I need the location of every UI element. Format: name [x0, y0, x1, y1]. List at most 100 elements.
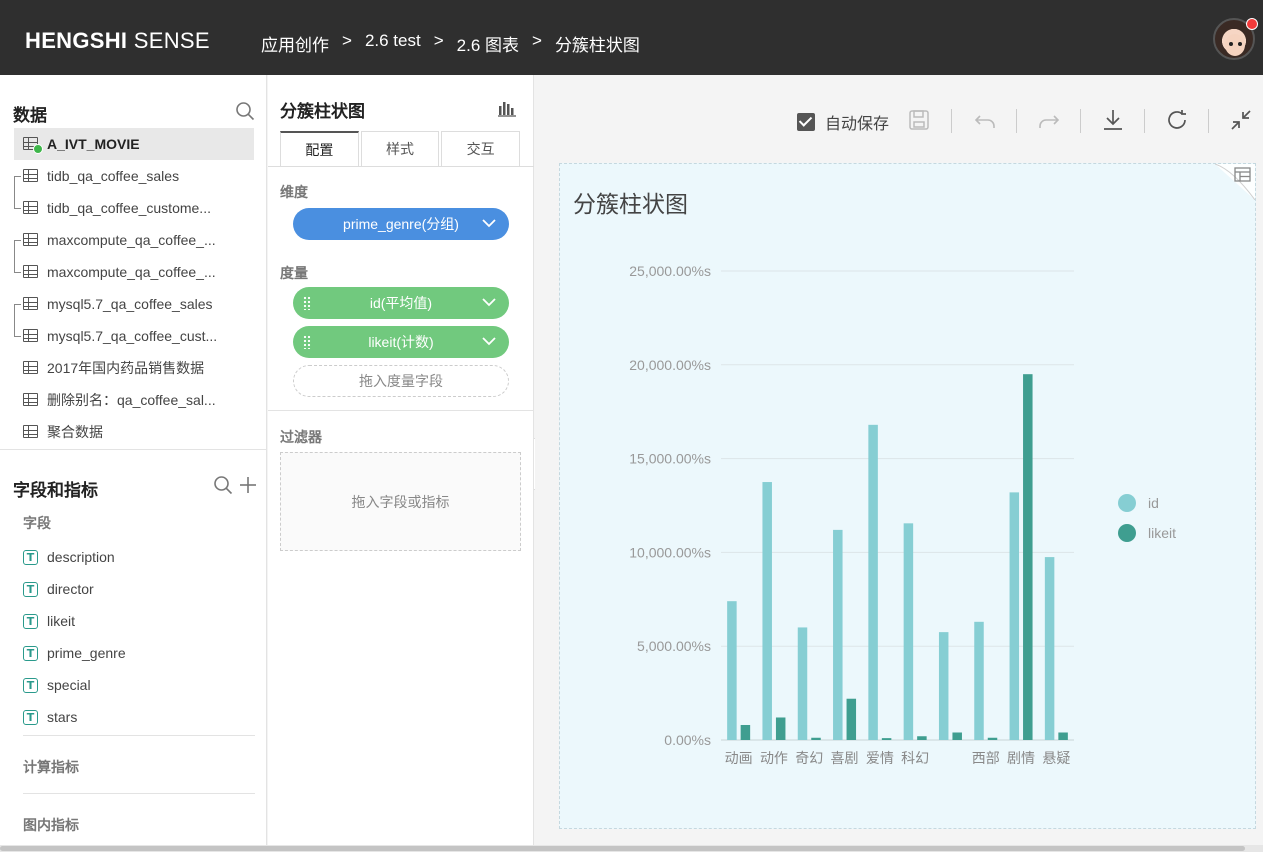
chart-metrics-heading[interactable]: 图内指标	[23, 815, 79, 835]
toolbar-divider	[1080, 109, 1081, 133]
toolbar-divider	[1144, 109, 1145, 133]
y-tick-label: 10,000.00%s	[629, 544, 711, 560]
measure-pill-likeit[interactable]: likeit(计数)	[293, 326, 509, 358]
breadcrumb-item-dashboard[interactable]: 2.6 图表	[457, 31, 519, 56]
field-item[interactable]: Tlikeit	[23, 611, 75, 631]
data-panel-title: 数据	[13, 106, 47, 125]
breadcrumb-item-app[interactable]: 应用创作	[261, 31, 329, 56]
x-tick-label: 奇幻	[795, 750, 823, 767]
tab-interaction[interactable]: 交互	[441, 131, 521, 166]
config-panel: 分簇柱状图 配置 样式 交互 维度 prime_genre(分组) 度量 id(…	[268, 75, 534, 852]
undo-icon[interactable]	[973, 108, 997, 132]
chart-name[interactable]: 分簇柱状图	[280, 97, 365, 122]
redo-icon[interactable]	[1037, 108, 1061, 132]
x-tick-label: 爱情	[866, 751, 894, 767]
field-item[interactable]: Tstars	[23, 707, 77, 727]
config-tabs: 配置 样式 交互	[280, 131, 521, 166]
chevron-down-icon[interactable]	[482, 334, 496, 348]
bar-id	[903, 523, 914, 740]
bar-likeit	[952, 732, 962, 740]
tab-underline	[268, 166, 534, 167]
table-icon	[23, 201, 38, 214]
scrollbar-thumb[interactable]	[0, 846, 1245, 851]
search-icon[interactable]	[235, 101, 255, 121]
measure-drop-zone[interactable]: 拖入度量字段	[293, 365, 509, 397]
calc-metrics-heading[interactable]: 计算指标	[23, 757, 79, 777]
relation-bracket	[14, 304, 21, 337]
table-icon	[23, 265, 38, 278]
table-icon	[23, 169, 38, 182]
legend-marker	[1118, 524, 1136, 542]
x-tick-label: 科幻	[901, 751, 929, 767]
bar-likeit	[775, 717, 786, 740]
y-tick-label: 15,000.00%s	[629, 451, 711, 467]
dataset-item[interactable]: mysql5.7_qa_coffee_sales	[14, 288, 254, 320]
bar-id	[762, 482, 772, 740]
refresh-icon[interactable]	[1165, 108, 1189, 132]
dataset-item[interactable]: maxcompute_qa_coffee_...	[14, 224, 254, 256]
chevron-down-icon[interactable]	[482, 295, 496, 309]
autosave-toggle[interactable]: 自动保存	[797, 110, 889, 134]
bar-id	[727, 601, 737, 740]
download-icon[interactable]	[1101, 108, 1125, 132]
drag-handle-icon[interactable]	[303, 335, 311, 349]
breadcrumb-separator: >	[433, 31, 444, 50]
clustered-bar-chart[interactable]: 0.00%s 5,000.00%s 10,000.00%s 15,000.00%s 20…	[560, 164, 1255, 828]
horizontal-scrollbar[interactable]	[0, 845, 1263, 852]
bar-id	[1044, 557, 1055, 740]
brand-logo[interactable]: HENGSHI SENSE	[25, 28, 210, 54]
field-item[interactable]: Tprime_genre	[23, 643, 126, 663]
bar-id	[868, 424, 878, 740]
tab-config[interactable]: 配置	[280, 131, 359, 166]
relation-bracket	[14, 176, 21, 209]
bar-id	[797, 627, 808, 740]
breadcrumb-separator: >	[342, 31, 352, 50]
field-item[interactable]: Tdirector	[23, 579, 94, 599]
text-type-icon: T	[23, 581, 38, 597]
breadcrumb: 应用创作 > 2.6 test > 2.6 图表 > 分簇柱状图	[261, 31, 640, 56]
chart-toolbar: 自动保存	[535, 75, 1263, 163]
dataset-item[interactable]: tidb_qa_coffee_custome...	[14, 192, 254, 224]
bar-id	[938, 632, 949, 740]
bar-likeit	[740, 724, 751, 740]
chart-workspace: 自动保存 分簇柱状图 0.00%s 5,000.00%s 10,000.00%s…	[535, 75, 1263, 845]
filter-drop-zone[interactable]: 拖入字段或指标	[280, 452, 521, 551]
drag-handle-icon[interactable]	[303, 296, 311, 310]
text-type-icon: T	[23, 613, 38, 629]
tab-style[interactable]: 样式	[360, 131, 440, 166]
bar-id	[974, 621, 984, 740]
toolbar-divider	[951, 109, 952, 133]
bar-likeit	[846, 698, 857, 740]
measure-pill-id[interactable]: id(平均值)	[293, 287, 509, 319]
section-divider	[23, 735, 255, 736]
bar-likeit	[987, 737, 998, 740]
autosave-checkbox[interactable]	[797, 113, 815, 131]
bar-id	[1009, 492, 1020, 740]
dataset-item[interactable]: mysql5.7_qa_coffee_cust...	[14, 320, 254, 352]
breadcrumb-item-project[interactable]: 2.6 test	[365, 31, 421, 56]
chart-card[interactable]: 分簇柱状图 0.00%s 5,000.00%s 10,000.00%s 15,000.…	[559, 163, 1256, 829]
field-item[interactable]: Tdescription	[23, 547, 115, 567]
section-divider	[268, 410, 534, 411]
notification-badge	[1246, 18, 1258, 30]
relation-bracket	[14, 240, 21, 273]
dataset-item[interactable]: A_IVT_MOVIE	[14, 128, 254, 160]
dataset-item[interactable]: 聚合数据	[14, 416, 254, 448]
x-tick-label: 悬疑	[1042, 751, 1070, 767]
legend-marker	[1118, 494, 1136, 512]
bar-likeit	[917, 736, 927, 740]
data-sidebar: 数据 A_IVT_MOVIE tidb_qa_coffee_sales tidb…	[0, 75, 267, 852]
field-item[interactable]: Tspecial	[23, 675, 91, 695]
dataset-item[interactable]: 2017年国内药品销售数据	[14, 352, 254, 384]
chevron-down-icon[interactable]	[482, 216, 496, 230]
add-icon[interactable]	[238, 475, 258, 495]
dimension-pill[interactable]: prime_genre(分组)	[293, 208, 509, 240]
dataset-item[interactable]: 删除别名：qa_coffee_sal...	[14, 384, 254, 416]
dataset-item[interactable]: maxcompute_qa_coffee_...	[14, 256, 254, 288]
minimize-icon[interactable]	[1229, 108, 1253, 132]
field-search-icon[interactable]	[213, 475, 233, 495]
chart-type-icon[interactable]	[497, 99, 517, 117]
dataset-item[interactable]: tidb_qa_coffee_sales	[14, 160, 254, 192]
save-icon[interactable]	[907, 108, 931, 132]
toolbar-divider	[1208, 109, 1209, 133]
